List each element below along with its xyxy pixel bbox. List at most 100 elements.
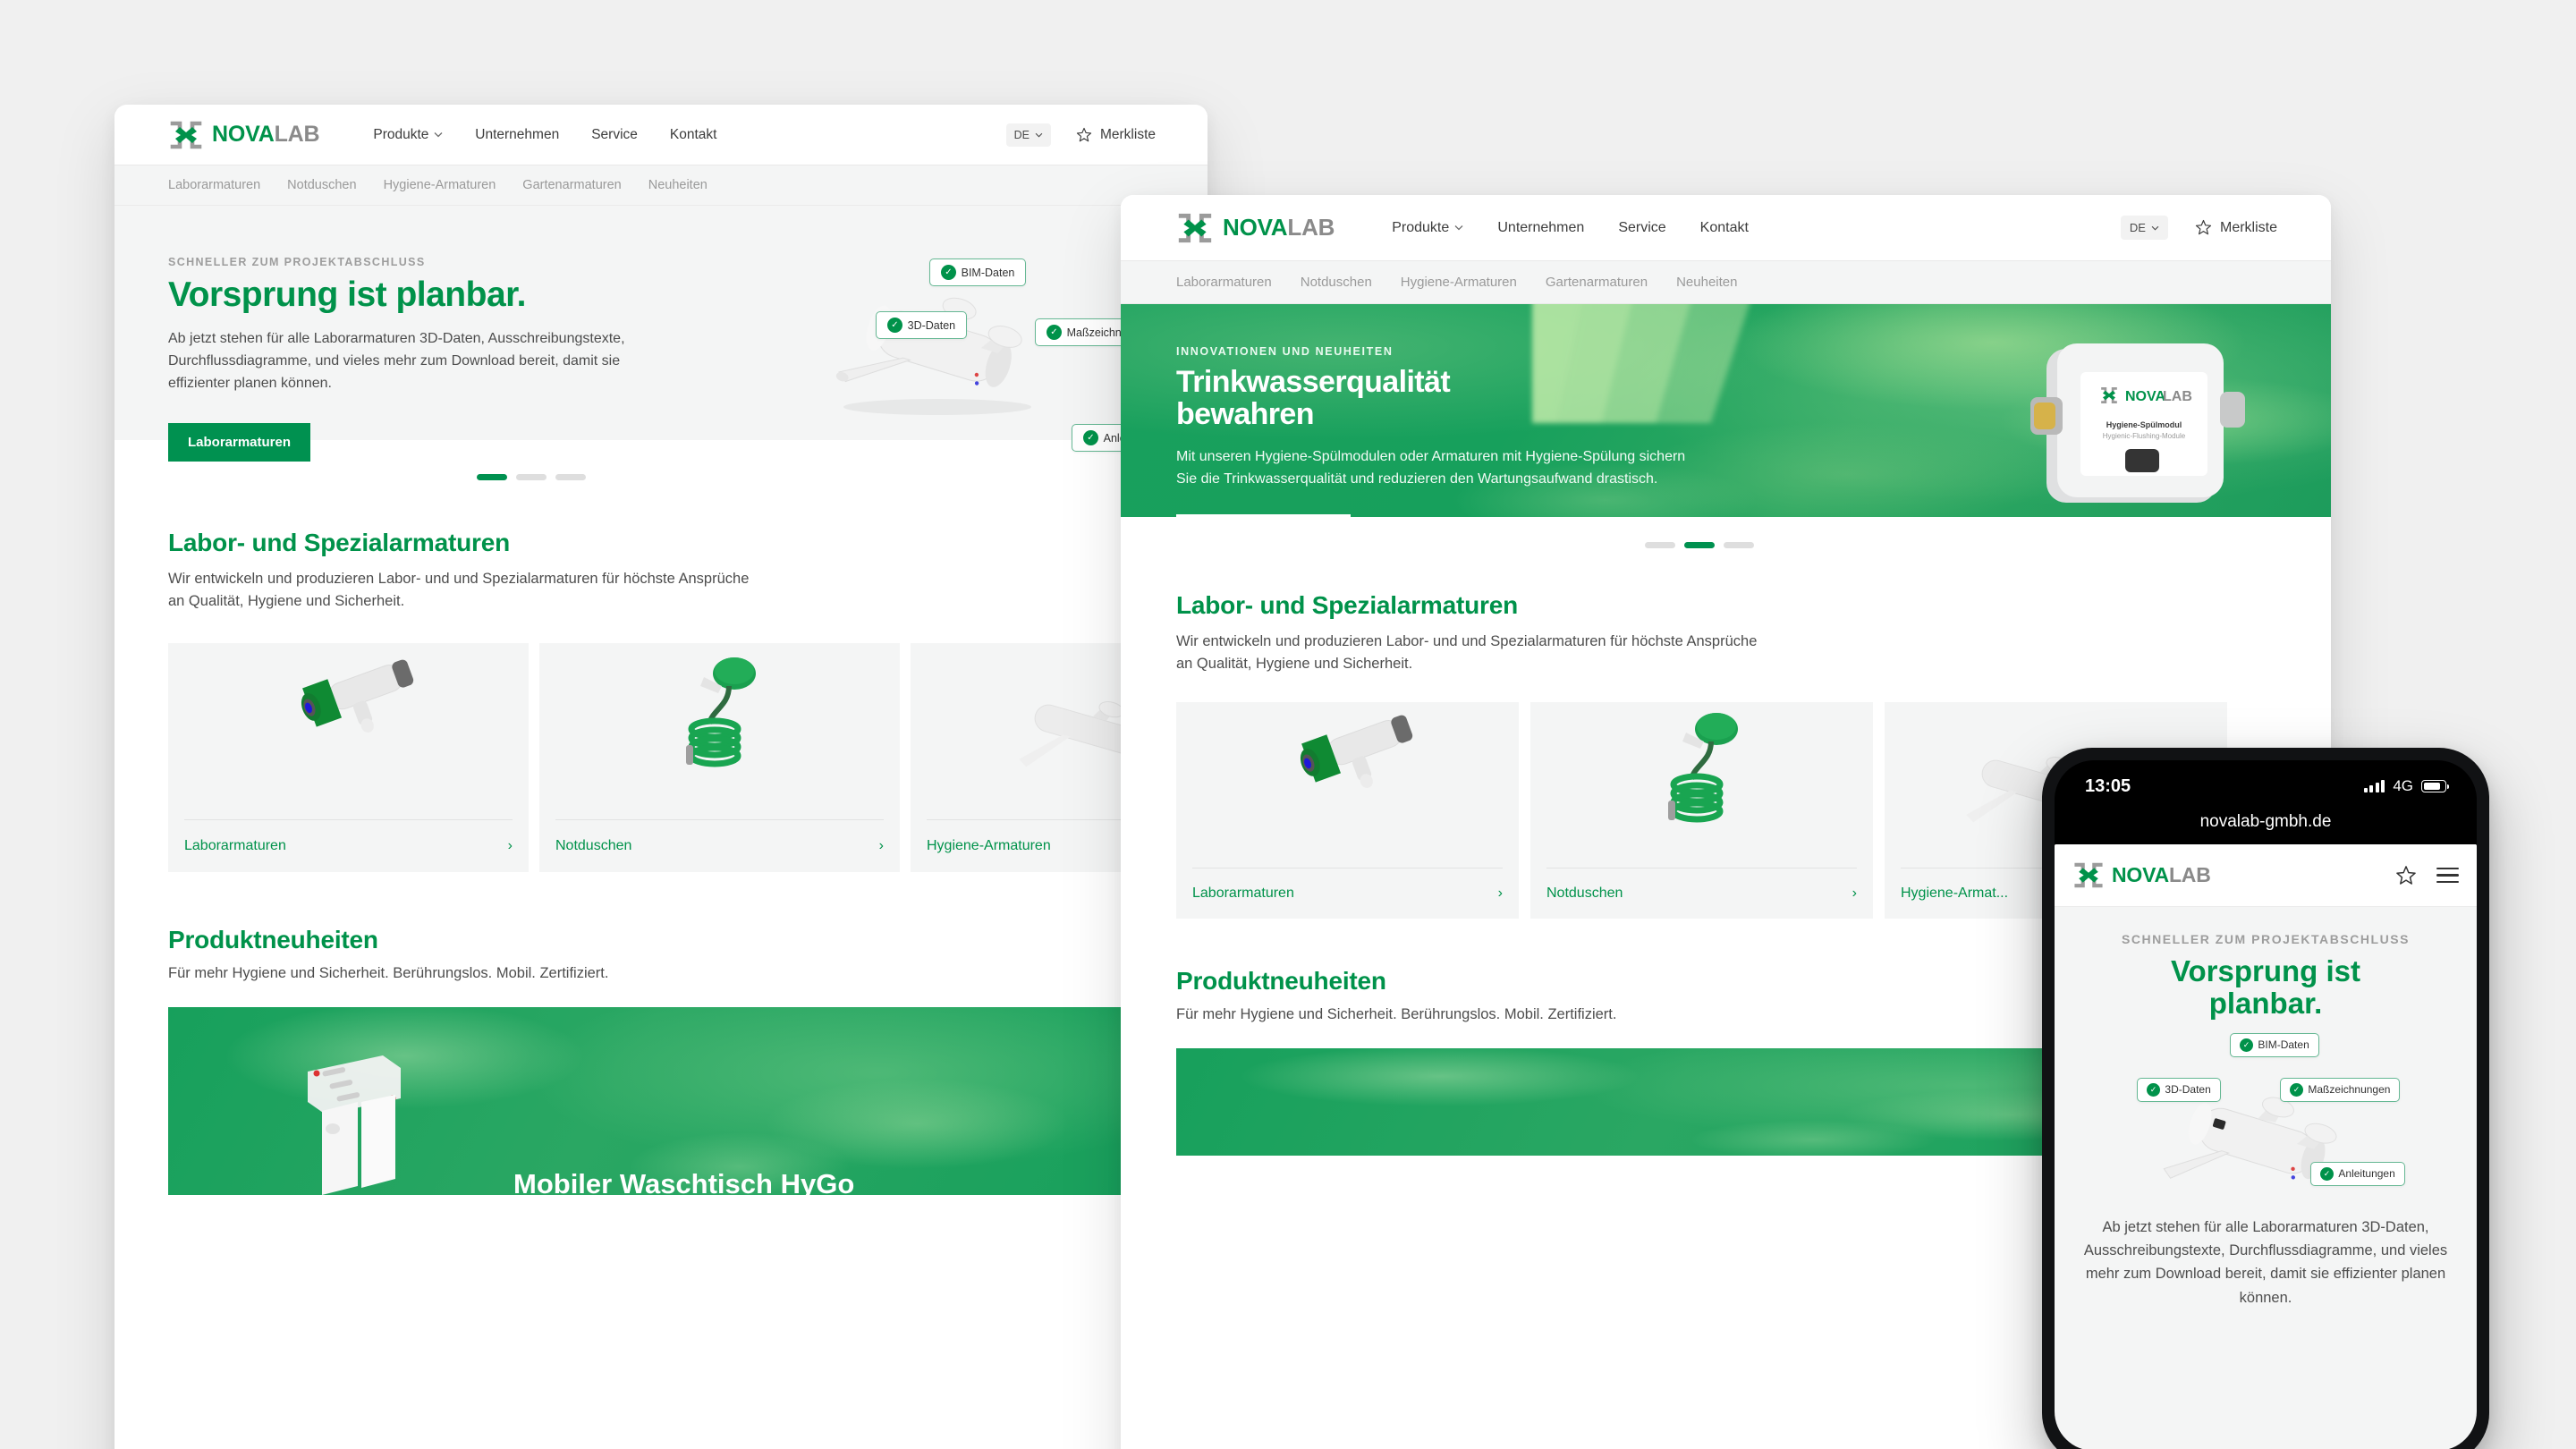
section-title-1: Labor- und Spezialarmaturen (168, 529, 510, 556)
subnav-item-neuheiten-1[interactable]: Neuheiten (648, 178, 708, 192)
product-card-notduschen-1[interactable]: Notduschen › (539, 642, 900, 872)
hamburger-menu-icon[interactable] (2436, 868, 2459, 883)
star-icon (1076, 127, 1092, 141)
nav-item-service-1[interactable]: Service (591, 127, 638, 143)
card-image-notduschen-2 (1530, 702, 1873, 868)
wishlist-button-1[interactable]: Merkliste (1076, 127, 1156, 143)
language-selector-2[interactable]: DE (2120, 216, 2168, 240)
logo-2[interactable]: NOVALAB (1176, 212, 1335, 244)
phone-url-bar[interactable]: novalab-gmbh.de (2055, 812, 2477, 844)
product-cards-1: Laborarmaturen › Notduschen › Hygiene-Ar… (168, 642, 1208, 872)
language-selector-1[interactable]: DE (1005, 123, 1051, 147)
check-circle-icon: ✓ (2147, 1082, 2160, 1097)
product-card-laborarmaturen-2[interactable]: Laborarmaturen › (1176, 701, 1519, 919)
card-image-laborarmaturen-2 (1176, 702, 1519, 868)
card-footer-notduschen-1: Notduschen › (555, 818, 884, 872)
logo-1[interactable]: NOVALAB (168, 120, 320, 150)
carousel-dot-2[interactable] (1683, 542, 1715, 548)
card-footer-laborarmaturen-2: Laborarmaturen › (1192, 867, 1503, 919)
logo-lab: LAB (274, 122, 320, 147)
carousel-dots-2 (1121, 542, 2331, 548)
chip-label: Anleitungen (2338, 1167, 2395, 1181)
card-label: Hygiene-Armat... (1901, 885, 2009, 901)
nav-item-unternehmen-2[interactable]: Unternehmen (1497, 220, 1584, 236)
nav-item-kontakt-2[interactable]: Kontakt (1700, 220, 1749, 236)
subnav-item-laborarmaturen-2[interactable]: Laborarmaturen (1176, 275, 1272, 290)
star-icon[interactable] (2395, 865, 2417, 886)
subnav-item-gartenarmaturen-2[interactable]: Gartenarmaturen (1546, 275, 1648, 290)
chip-label: Maßzeichnungen (2308, 1083, 2391, 1097)
mobile-device-mockup: 13:05 4G novalab-gmbh.de NOVALAB SCHNELL… (2042, 748, 2489, 1449)
battery-icon (2421, 780, 2450, 792)
logo-wordmark-2: NOVALAB (1223, 214, 1335, 242)
phone-chip-anleitungen: ✓ Anleitungen (2310, 1161, 2405, 1186)
nav-item-produkte-1[interactable]: Produkte (373, 127, 443, 143)
nav-item-service-2[interactable]: Service (1618, 220, 1665, 236)
nav-item-produkte-2[interactable]: Produkte (1392, 220, 1463, 236)
language-value-1: DE (1013, 128, 1030, 141)
hero-slide-1: SCHNELLER ZUM PROJEKTABSCHLUSS Vorsprung… (114, 206, 1208, 462)
site-header-1: NOVALAB Produkte Unternehmen Service Kon… (114, 105, 1208, 165)
hero-cta-2[interactable]: Spülmodule ansehen (1176, 513, 1351, 517)
subnav-item-hygiene-armaturen-1[interactable]: Hygiene-Armaturen (384, 178, 496, 192)
nav-item-unternehmen-1[interactable]: Unternehmen (475, 127, 559, 143)
chip-label: BIM-Daten (961, 266, 1015, 279)
product-card-laborarmaturen-1[interactable]: Laborarmaturen › (168, 642, 529, 872)
sub-nav-2: Laborarmaturen Notduschen Hygiene-Armatu… (1121, 261, 2331, 304)
hero-title-2: Trinkwasserqualität bewahren (1176, 366, 1657, 430)
phone-logo[interactable]: NOVALAB (2072, 861, 2211, 889)
product-banner-title-1: Mobiler Waschtisch HyGo (513, 1167, 855, 1195)
product-banner-1[interactable]: Mobiler Waschtisch HyGo (168, 1006, 1154, 1195)
novalab-cross-logo-icon (1178, 213, 1212, 242)
phone-screen-frame: 13:05 4G novalab-gmbh.de NOVALAB SCHNELL… (2055, 760, 2477, 1449)
site-header-2: NOVALAB Produkte Unternehmen Service Kon… (1121, 195, 2331, 261)
main-nav-2: Produkte Unternehmen Service Kontakt (1392, 220, 1749, 236)
hero-chip-3d-daten-1: ✓ 3D-Daten (876, 311, 968, 339)
hero-cta-1[interactable]: Laborarmaturen (168, 422, 311, 462)
lab-tap-green-3d-icon (1300, 715, 1413, 788)
lab-tap-green-3d-icon (301, 659, 414, 733)
carousel-dot-1[interactable] (1644, 542, 1675, 548)
emergency-shower-coil-3d-icon (1668, 712, 1738, 822)
subnav-item-laborarmaturen-1[interactable]: Laborarmaturen (168, 178, 260, 192)
carousel-dot-3[interactable] (555, 474, 586, 480)
novalab-cross-logo-icon (2074, 862, 2103, 888)
section2-title-1: Produktneuheiten (168, 925, 378, 953)
phone-chip-masszeichnungen: ✓ Maßzeichnungen (2280, 1077, 2401, 1102)
carousel-dot-1[interactable] (477, 474, 507, 480)
nav-label: Produkte (373, 126, 429, 142)
subnav-item-neuheiten-2[interactable]: Neuheiten (1676, 275, 1737, 290)
hero-title-line2: bewahren (1176, 397, 1315, 432)
carousel-dots-1 (114, 474, 1208, 480)
network-type: 4G (2393, 777, 2413, 794)
svg-text:NOVA: NOVA (2125, 389, 2165, 404)
phone-hero: SCHNELLER ZUM PROJEKTABSCHLUSS Vorsprung… (2055, 907, 2477, 1309)
subnav-item-notduschen-1[interactable]: Notduschen (287, 178, 356, 192)
logo-nova: NOVA (1223, 214, 1288, 241)
phone-page: NOVALAB SCHNELLER ZUM PROJEKTABSCHLUSS V… (2055, 844, 2477, 1449)
nav-item-kontakt-1[interactable]: Kontakt (670, 127, 717, 143)
section2-subtitle-1: Für mehr Hygiene und Sicherheit. Berühru… (168, 964, 609, 981)
subnav-item-gartenarmaturen-1[interactable]: Gartenarmaturen (522, 178, 621, 192)
nav-label: Produkte (1392, 219, 1450, 235)
language-value-2: DE (2129, 221, 2146, 234)
phone-logo-wordmark: NOVALAB (2112, 863, 2211, 887)
subnav-item-hygiene-armaturen-2[interactable]: Hygiene-Armaturen (1401, 275, 1517, 290)
check-circle-icon: ✓ (2290, 1082, 2303, 1097)
wishlist-button-2[interactable]: Merkliste (2195, 219, 2277, 236)
main-nav-1: Produkte Unternehmen Service Kontakt (373, 127, 716, 143)
subnav-item-notduschen-2[interactable]: Notduschen (1301, 275, 1372, 290)
hygiene-flushing-module-icon: NOVA LAB Hygiene-Spülmodul Hygienic-Flus… (2030, 343, 2245, 503)
product-card-notduschen-2[interactable]: Notduschen › (1530, 701, 1873, 919)
card-label: Laborarmaturen (184, 837, 286, 853)
logo-nova: NOVA (2112, 863, 2169, 886)
check-circle-icon: ✓ (941, 265, 956, 280)
phone-header-actions (2395, 865, 2459, 886)
header-right-1: DE Merkliste (1005, 123, 1208, 147)
hero-kicker-2: INNOVATIONEN UND NEUHEITEN (1176, 345, 1394, 358)
card-footer-laborarmaturen-1: Laborarmaturen › (184, 818, 513, 872)
chip-label: BIM-Daten (2258, 1038, 2309, 1052)
card-label: Notduschen (1546, 885, 1623, 901)
carousel-dot-2[interactable] (516, 474, 547, 480)
carousel-dot-3[interactable] (1723, 542, 1754, 548)
